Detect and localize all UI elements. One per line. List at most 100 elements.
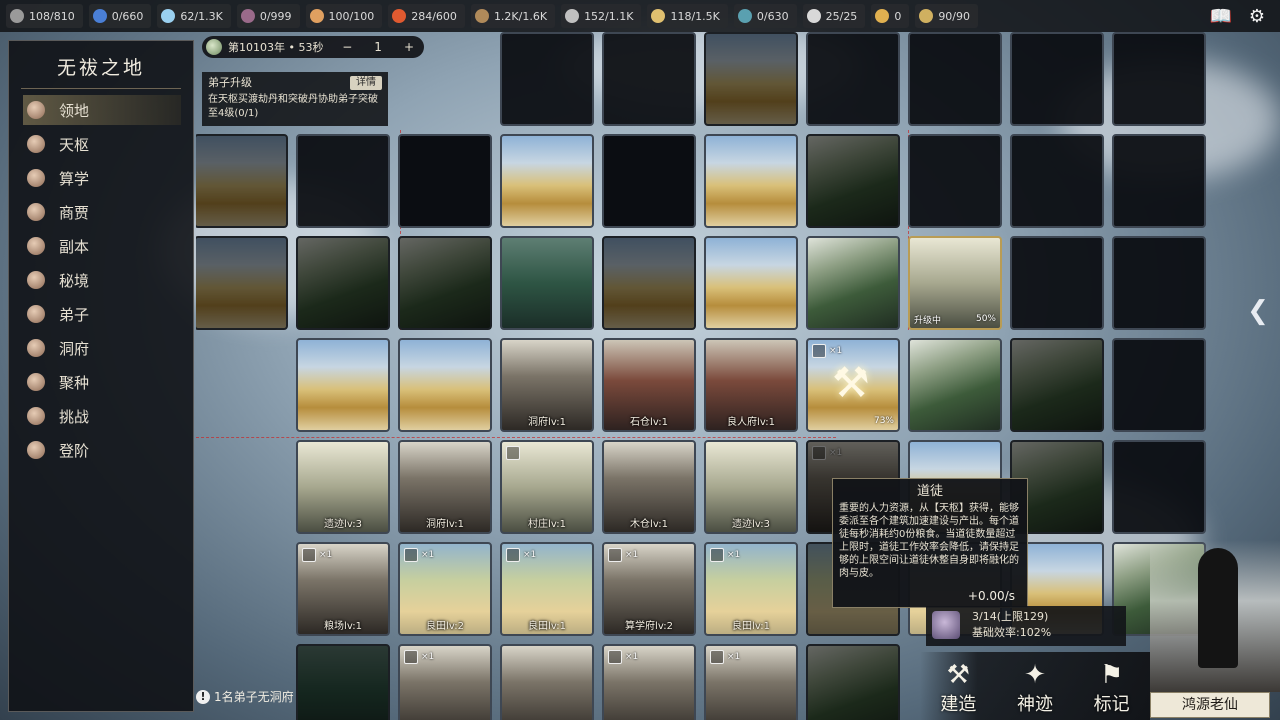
resource-pearl[interactable]: 62/1.3K: [157, 4, 231, 28]
map-tile[interactable]: 村庄lv:1: [500, 440, 594, 534]
map-tile[interactable]: [602, 236, 696, 330]
resource-fire[interactable]: 284/600: [388, 4, 465, 28]
sidebar-item[interactable]: 登阶: [23, 435, 181, 465]
hammer-icon: ⚒: [832, 358, 870, 407]
map-tile[interactable]: 木仓lv:1: [602, 440, 696, 534]
map-tile[interactable]: [296, 236, 390, 330]
speed-increase-button[interactable]: +: [404, 40, 414, 54]
resource-water-drop[interactable]: 0/660: [88, 4, 152, 28]
worker-status[interactable]: 3/14(上限129) 基础效率:102%: [926, 606, 1126, 646]
map-tile[interactable]: [806, 644, 900, 720]
map-tile[interactable]: 遗迹lv:3: [704, 440, 798, 534]
map-tile[interactable]: [1010, 32, 1104, 126]
map-tile[interactable]: ×1 良田lv:1: [500, 542, 594, 636]
map-tile[interactable]: [806, 134, 900, 228]
resource-figure[interactable]: 0/999: [236, 4, 300, 28]
map-tile[interactable]: [1010, 236, 1104, 330]
map-tile[interactable]: [296, 338, 390, 432]
chevron-right-icon[interactable]: ❮: [1244, 296, 1272, 332]
book-icon[interactable]: 📖: [1208, 4, 1234, 28]
map-tile[interactable]: [806, 236, 900, 330]
sidebar-menu: 领地天枢算学商贾副本秘境弟子洞府聚种挑战登阶: [9, 95, 193, 465]
map-tile[interactable]: [398, 134, 492, 228]
gear-icon[interactable]: ⚙: [1244, 4, 1270, 28]
map-tile[interactable]: ×1 粮场lv:1: [296, 542, 390, 636]
resource-skull[interactable]: 25/25: [802, 4, 866, 28]
map-tile[interactable]: ×1 ⚒ 73%: [806, 338, 900, 432]
map-tile[interactable]: [1112, 440, 1206, 534]
resource-population[interactable]: 100/100: [305, 4, 383, 28]
resource-bar: 108/810 0/660 62/1.3K 0/999 100/100 284/600 1.…: [0, 0, 1280, 32]
building-label: 良田lv:2: [426, 621, 464, 632]
sidebar-item[interactable]: 秘境: [23, 265, 181, 295]
map-tile[interactable]: [1112, 32, 1206, 126]
map-tile[interactable]: [500, 32, 594, 126]
resource-fish[interactable]: 0/630: [733, 4, 797, 28]
worker-badge: ×1: [302, 548, 332, 562]
character-name[interactable]: 鸿源老仙: [1150, 692, 1270, 718]
map-tile[interactable]: [602, 134, 696, 228]
sidebar-item[interactable]: 领地: [23, 95, 181, 125]
map-tile[interactable]: [602, 32, 696, 126]
resource-stone[interactable]: 152/1.1K: [561, 4, 642, 28]
map-tile[interactable]: [296, 134, 390, 228]
sidebar-item[interactable]: 算学: [23, 163, 181, 193]
map-tile[interactable]: 石仓lv:1: [602, 338, 696, 432]
map-tile[interactable]: ×1 良田lv:2: [398, 542, 492, 636]
map-tile[interactable]: [1112, 134, 1206, 228]
map-tile[interactable]: [398, 236, 492, 330]
miracle-button[interactable]: ✦ 神迹: [1017, 660, 1053, 716]
map-tile[interactable]: [500, 134, 594, 228]
sidebar-item[interactable]: 洞府: [23, 333, 181, 363]
worker-icon: [404, 548, 418, 562]
map-tile[interactable]: [704, 134, 798, 228]
map-tile[interactable]: ×1 算学府lv:2: [602, 542, 696, 636]
map-tile[interactable]: 洞府lv:1: [500, 338, 594, 432]
upgrade-progress: 升级中 50%: [914, 313, 996, 326]
map-tile[interactable]: ×1: [398, 644, 492, 720]
map-tile[interactable]: [500, 644, 594, 720]
sidebar-item[interactable]: 弟子: [23, 299, 181, 329]
map-tile[interactable]: [806, 32, 900, 126]
sidebar-item[interactable]: 天枢: [23, 129, 181, 159]
map-tile[interactable]: ×1: [602, 644, 696, 720]
map-tile[interactable]: [398, 338, 492, 432]
map-tile[interactable]: [908, 134, 1002, 228]
sidebar-item[interactable]: 挑战: [23, 401, 181, 431]
resource-grain[interactable]: 118/1.5K: [647, 4, 728, 28]
worker-icon: [608, 650, 622, 664]
map-tile[interactable]: [1112, 236, 1206, 330]
sidebar-item[interactable]: 副本: [23, 231, 181, 261]
sidebar-item[interactable]: 商贾: [23, 197, 181, 227]
map-tile[interactable]: [1010, 338, 1104, 432]
map-tile[interactable]: [704, 32, 798, 126]
sidebar-item[interactable]: 聚种: [23, 367, 181, 397]
map-tile[interactable]: [908, 338, 1002, 432]
map-tile[interactable]: 良人府lv:1: [704, 338, 798, 432]
resource-coin[interactable]: 90/90: [915, 4, 979, 28]
map-tile[interactable]: [1112, 338, 1206, 432]
disciple-warning[interactable]: ! 1名弟子无洞府: [196, 688, 294, 705]
map-tile[interactable]: 洞府lv:1: [398, 440, 492, 534]
resource-token[interactable]: 108/810: [6, 4, 83, 28]
map-tile[interactable]: [500, 236, 594, 330]
map-tile[interactable]: [1010, 134, 1104, 228]
resource-wood[interactable]: 1.2K/1.6K: [470, 4, 556, 28]
quest-details-button[interactable]: 详情: [350, 76, 382, 90]
speed-decrease-button[interactable]: −: [342, 40, 352, 54]
build-button[interactable]: ⚒ 建造: [940, 660, 976, 716]
character-portrait[interactable]: [1150, 540, 1280, 692]
map-tile[interactable]: [196, 134, 288, 228]
mark-button[interactable]: ⚑ 标记: [1094, 660, 1130, 716]
map-tile[interactable]: ×1 良田lv:1: [704, 542, 798, 636]
sidebar-item-label: 算学: [59, 169, 90, 188]
gourd-icon: [875, 9, 890, 23]
map-tile[interactable]: [296, 644, 390, 720]
map-tile[interactable]: ×1: [704, 644, 798, 720]
map-tile[interactable]: 升级中 50%: [908, 236, 1002, 330]
map-tile[interactable]: [196, 236, 288, 330]
map-tile[interactable]: [704, 236, 798, 330]
map-tile[interactable]: [908, 32, 1002, 126]
map-tile[interactable]: 遗迹lv:3: [296, 440, 390, 534]
resource-gourd[interactable]: 0: [871, 4, 910, 28]
